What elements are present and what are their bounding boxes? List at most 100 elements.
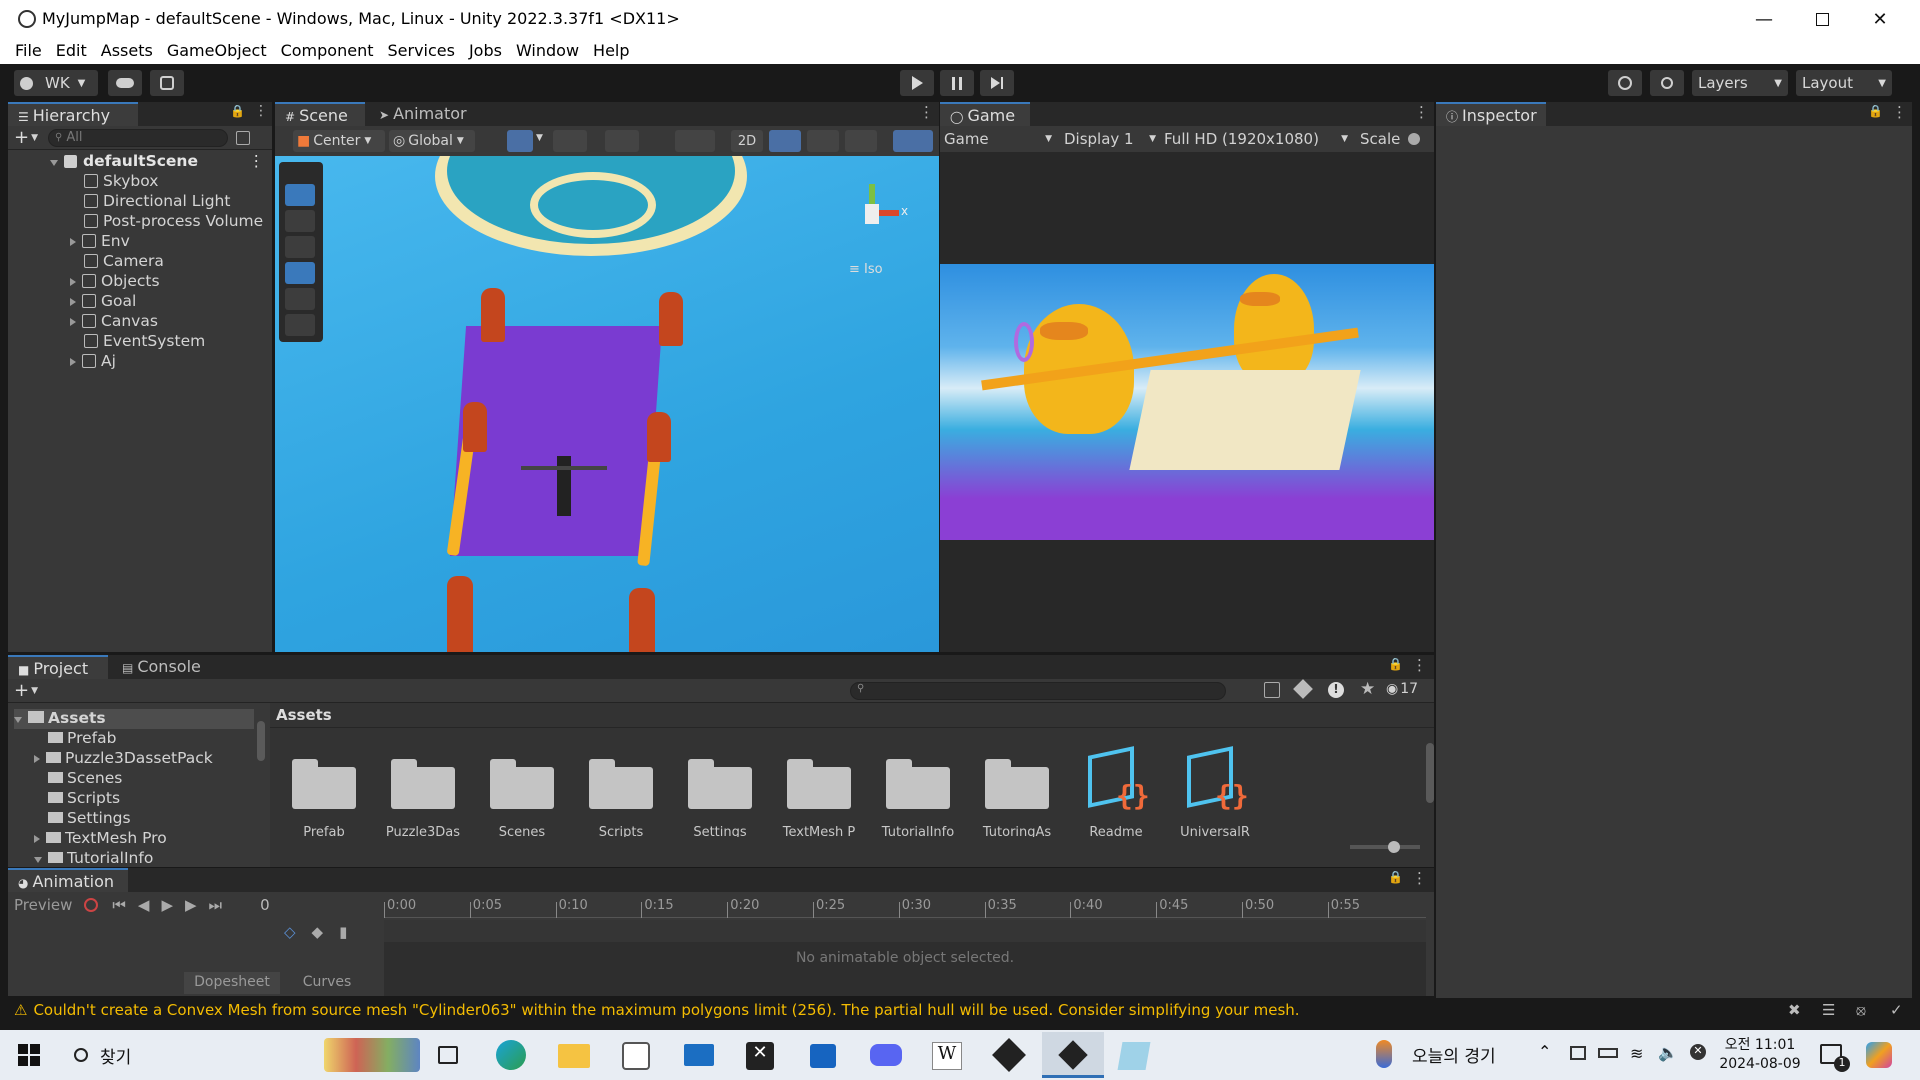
step-button[interactable]	[980, 70, 1014, 96]
more-options-icon[interactable]: ⋮	[919, 103, 934, 121]
game-viewport[interactable]	[940, 264, 1434, 540]
game-mode-dropdown[interactable]: Game ▼	[944, 128, 1056, 150]
menu-help[interactable]: Help	[586, 38, 636, 60]
scale-slider[interactable]: Scale	[1360, 128, 1434, 150]
tab-dopesheet[interactable]: Dopesheet	[184, 972, 280, 994]
menu-gameobject[interactable]: GameObject	[160, 38, 274, 60]
asset-item[interactable]: TutoringAs	[969, 733, 1065, 837]
resolution-dropdown[interactable]: Full HD (1920x1080) ▼	[1164, 128, 1352, 150]
frame-field[interactable]: 0	[260, 896, 300, 914]
more-options-icon[interactable]: ⋮	[1892, 103, 1907, 121]
preview-toggle[interactable]: Preview	[14, 896, 72, 914]
discord-icon[interactable]	[870, 1044, 902, 1066]
rotate-tool-button[interactable]	[285, 236, 315, 258]
hierarchy-item-env[interactable]: Env	[70, 232, 130, 252]
pivot-dropdown[interactable]: ■ Center ▼	[293, 130, 385, 152]
play-button[interactable]	[900, 70, 934, 96]
asset-item[interactable]: TextMesh P	[771, 733, 867, 837]
hierarchy-item-eventsystem[interactable]: EventSystem	[84, 332, 205, 352]
space-dropdown[interactable]: ◎ Global ▼	[389, 130, 475, 152]
tab-console[interactable]: ▤ Console	[112, 655, 212, 679]
shading-dropdown[interactable]	[675, 130, 715, 152]
asset-item[interactable]: Settings	[672, 733, 768, 837]
record-button[interactable]	[84, 898, 99, 912]
scene-root[interactable]: defaultScene ⋮	[50, 152, 272, 172]
tree-item-prefab[interactable]: Prefab	[48, 729, 116, 749]
hierarchy-search-input[interactable]: ⚲ All	[48, 128, 229, 147]
more-options-icon[interactable]: ⋮	[1412, 869, 1427, 887]
menu-services[interactable]: Services	[380, 38, 461, 60]
minimize-button[interactable]: —	[1735, 0, 1793, 38]
add-icon[interactable]: +	[14, 127, 29, 148]
tab-hierarchy[interactable]: ☰ Hierarchy	[8, 102, 138, 126]
warning-filter-icon[interactable]: !	[1328, 682, 1344, 698]
view-tool-button[interactable]	[285, 184, 315, 206]
menu-jobs[interactable]: Jobs	[462, 38, 509, 60]
tree-item-tutorialinfo[interactable]: TutorialInfo	[34, 849, 153, 863]
hidden-packages-toggle[interactable]: ◉ 17	[1386, 681, 1418, 697]
lock-icon[interactable]: 🔒	[1388, 657, 1403, 671]
tray-chevron-up-icon[interactable]: ⌃	[1538, 1042, 1551, 1061]
tab-animation[interactable]: ◕ Animation	[8, 868, 128, 892]
windows-start-icon[interactable]	[18, 1044, 40, 1066]
clock-time[interactable]: 오전 11:01	[1722, 1034, 1798, 1054]
tree-item-scenes[interactable]: Scenes	[48, 769, 122, 789]
lock-icon[interactable]: 🔒	[1868, 104, 1883, 118]
tab-project[interactable]: ■ Project	[8, 655, 108, 679]
taskbar-search[interactable]: 찾기	[64, 1040, 304, 1070]
hierarchy-item-aj[interactable]: Aj	[70, 352, 116, 372]
cache-icon[interactable]: ☰	[1822, 1001, 1835, 1019]
next-key-button[interactable]: ▶	[185, 896, 197, 914]
search-by-type-icon[interactable]	[1264, 682, 1280, 698]
wifi-icon[interactable]: ≋	[1630, 1044, 1643, 1063]
search-options-icon[interactable]	[236, 130, 251, 145]
maximize-button[interactable]	[1793, 0, 1851, 38]
prev-key-button[interactable]: ◀	[138, 896, 150, 914]
expand-toggle-icon[interactable]	[70, 238, 76, 246]
animation-timeline[interactable]: 0:00 0:05 0:10 0:15 0:20 0:25 0:30 0:35 0:40 0:45…	[384, 898, 1426, 918]
pause-button[interactable]	[940, 70, 974, 96]
icon-size-slider[interactable]	[1350, 841, 1420, 853]
first-key-button[interactable]: ⏮	[112, 896, 126, 914]
asset-item[interactable]: TutorialInfo	[870, 733, 966, 837]
orientation-gizmo[interactable]: x	[835, 176, 915, 256]
more-options-icon[interactable]: ⋮	[1412, 656, 1427, 674]
hierarchy-item-goal[interactable]: Goal	[70, 292, 136, 312]
asset-grid-scrollbar[interactable]	[1426, 733, 1434, 831]
transform-tool-button[interactable]	[285, 314, 315, 336]
menu-file[interactable]: File	[8, 38, 49, 60]
close-button[interactable]: ✕	[1851, 0, 1909, 38]
more-options-icon[interactable]: ⋮	[254, 103, 268, 119]
asset-item[interactable]: Puzzle3Das	[375, 733, 471, 837]
copilot-icon[interactable]	[1866, 1042, 1892, 1068]
increment-snap-button[interactable]	[605, 130, 639, 152]
last-key-button[interactable]: ⏭	[209, 896, 223, 914]
asset-item[interactable]: {} Readme	[1068, 733, 1164, 837]
hierarchy-item-skybox[interactable]: Skybox	[84, 172, 158, 192]
menu-component[interactable]: Component	[274, 38, 381, 60]
search-button[interactable]	[1650, 70, 1684, 96]
tree-root-assets[interactable]: Assets	[14, 709, 254, 729]
volume-icon[interactable]: 🔈	[1658, 1043, 1678, 1062]
file-explorer-icon[interactable]	[558, 1044, 590, 1068]
tree-item-textmesh-pro[interactable]: TextMesh Pro	[34, 829, 167, 849]
unity-editor-icon[interactable]	[1042, 1032, 1104, 1078]
battery-icon[interactable]	[1598, 1048, 1618, 1058]
store-icon[interactable]	[622, 1042, 650, 1070]
expand-toggle-icon[interactable]	[34, 755, 40, 763]
cloud-button[interactable]	[108, 70, 142, 96]
expand-toggle-icon[interactable]	[34, 835, 40, 843]
hierarchy-item-camera[interactable]: Camera	[84, 252, 164, 272]
lighting-toggle-button[interactable]	[769, 130, 801, 152]
add-event-icon[interactable]: ◆	[312, 923, 324, 941]
asset-item[interactable]: Prefab	[276, 733, 372, 837]
chevron-down-icon[interactable]: ▼	[31, 133, 38, 143]
edge-icon[interactable]	[496, 1040, 526, 1070]
expand-toggle-icon[interactable]	[70, 318, 76, 326]
add-icon[interactable]: +	[14, 680, 29, 701]
tab-inspector[interactable]: ⓘ Inspector	[1436, 102, 1546, 126]
debug-off-icon[interactable]: ✖	[1788, 1001, 1801, 1019]
weather-label[interactable]: 오늘의 경기	[1412, 1042, 1496, 1067]
audio-toggle-button[interactable]	[807, 130, 839, 152]
bake-icon[interactable]: ⦻	[1856, 1001, 1866, 1019]
